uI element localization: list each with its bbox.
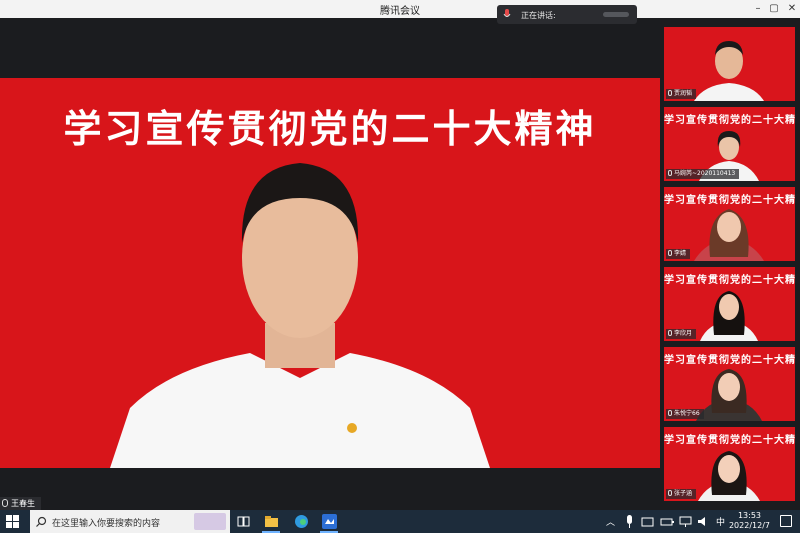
search-icon xyxy=(36,516,47,527)
participant-name: 朱悦宁66 xyxy=(674,410,700,417)
participant-tile[interactable]: 贾润韬 xyxy=(664,27,795,101)
mic-icon xyxy=(668,170,672,176)
search-highlight-icon xyxy=(194,513,226,530)
mic-icon xyxy=(668,90,672,96)
meeting-window: 腾讯会议 – ▢ ✕ 正在讲话: 学习宣传贯彻党的二十大精神 ☰ 王春生 xyxy=(0,0,800,533)
participant-name: 李婧 xyxy=(674,250,687,257)
participant-figure xyxy=(698,451,760,501)
mic-icon xyxy=(2,499,8,507)
participant-name-tag: 朱悦宁66 xyxy=(666,409,704,419)
speaking-level-bar xyxy=(603,12,629,17)
close-button[interactable]: ✕ xyxy=(780,0,800,18)
file-explorer-icon[interactable] xyxy=(264,514,279,529)
microphone-icon[interactable] xyxy=(622,514,637,529)
participant-name-tag: 马婉芮~2020110413 xyxy=(666,169,740,179)
notification-center-icon[interactable] xyxy=(780,515,792,527)
speaking-indicator: 正在讲话: xyxy=(497,5,637,24)
task-view-icon[interactable] xyxy=(236,514,251,529)
participant-name: 马婉芮~2020110413 xyxy=(674,170,736,177)
taskbar: 在这里输入你要搜索的内容 ︿ 中 13:53 2022/12/7 xyxy=(0,510,800,533)
show-hidden-icons[interactable]: ︿ xyxy=(606,515,615,528)
speaking-label: 正在讲话: xyxy=(521,11,556,20)
participant-name: 贾润韬 xyxy=(674,90,693,97)
windows-start-icon[interactable] xyxy=(6,515,19,528)
volume-icon[interactable] xyxy=(696,514,711,529)
speaker-name: 王春生 xyxy=(11,499,35,508)
participant-tile[interactable]: 学习宣传贯彻党的二十大精神 李欣月 xyxy=(664,267,795,341)
participant-name-tag: 张子涵 xyxy=(666,489,697,499)
participant-figure xyxy=(694,209,764,261)
search-placeholder: 在这里输入你要搜索的内容 xyxy=(52,519,161,529)
participant-tile[interactable]: 学习宣传贯彻党的二十大精神 李婧 xyxy=(664,187,795,261)
taskbar-search-box[interactable]: 在这里输入你要搜索的内容 xyxy=(30,510,230,533)
participant-tile[interactable]: 学习宣传贯彻党的二十大精神 张子涵 xyxy=(664,427,795,501)
participant-figure xyxy=(696,369,762,421)
participant-list: 贾润韬 学习宣传贯彻党的二十大精神 马婉芮~2020110413 学习宣传贯彻党… xyxy=(660,18,800,510)
input-method-indicator[interactable]: 中 xyxy=(716,515,725,528)
battery-icon[interactable] xyxy=(660,514,675,529)
participant-figure xyxy=(700,291,758,341)
clock-date: 2022/12/7 xyxy=(728,521,770,530)
participant-name-tag: 贾润韬 xyxy=(666,89,697,99)
mic-icon xyxy=(668,410,672,416)
camera-icon[interactable] xyxy=(640,514,655,529)
participant-tile[interactable]: 学习宣传贯彻党的二十大精神 马婉芮~2020110413 xyxy=(664,107,795,181)
participant-name: 张子涵 xyxy=(674,490,693,497)
tencent-meeting-icon[interactable] xyxy=(322,514,337,529)
mic-icon xyxy=(668,490,672,496)
edge-browser-icon[interactable] xyxy=(294,514,309,529)
system-clock[interactable]: 13:53 2022/12/7 xyxy=(729,511,770,531)
main-video[interactable]: 学习宣传贯彻党的二十大精神 ☰ xyxy=(0,78,660,468)
participant-name-tag: 李婧 xyxy=(666,249,691,259)
mic-icon xyxy=(668,250,672,256)
network-icon[interactable] xyxy=(678,514,693,529)
clock-time: 13:53 xyxy=(737,511,762,520)
participant-name-tag: 李欣月 xyxy=(666,329,697,339)
main-stage: 学习宣传贯彻党的二十大精神 ☰ xyxy=(0,18,660,498)
participant-tile[interactable]: 学习宣传贯彻党的二十大精神 朱悦宁66 xyxy=(664,347,795,421)
mic-icon xyxy=(503,9,511,17)
title-bar: 腾讯会议 – ▢ ✕ xyxy=(0,0,800,18)
window-title: 腾讯会议 xyxy=(380,6,420,17)
speaker-figure xyxy=(110,163,490,468)
participant-figure xyxy=(694,41,764,101)
mic-icon xyxy=(668,330,672,336)
participant-name: 李欣月 xyxy=(674,330,693,337)
speaker-name-tag: 王春生 xyxy=(0,497,41,511)
